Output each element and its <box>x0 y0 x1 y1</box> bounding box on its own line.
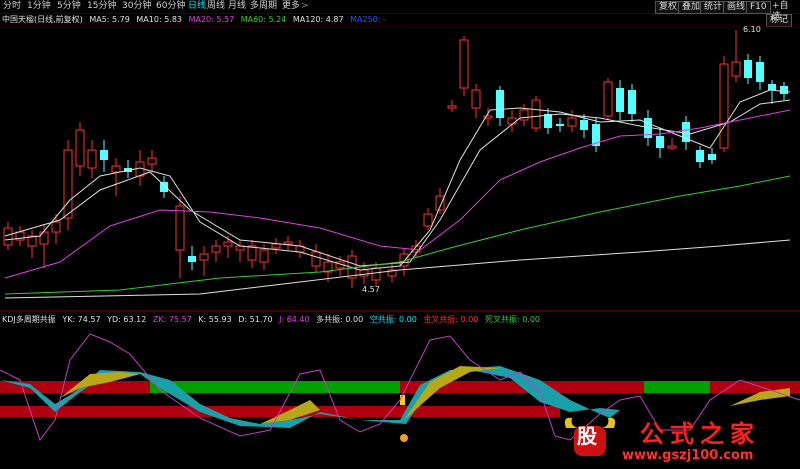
logo-char: 股 <box>577 424 597 448</box>
candle-body <box>696 150 704 162</box>
candle-body <box>160 182 168 192</box>
candle-body <box>371 267 381 281</box>
candle-body <box>175 205 185 251</box>
candle-body <box>616 88 624 112</box>
candle-body <box>780 86 788 94</box>
ma20-line <box>4 109 791 279</box>
moving-averages <box>4 89 791 299</box>
resonance-band <box>644 381 710 393</box>
ma10-line <box>4 99 791 267</box>
candle-body <box>87 149 97 169</box>
candle-body <box>471 89 481 109</box>
candle-body <box>259 249 269 263</box>
watermark-url: www.gszj100.com <box>622 448 754 463</box>
candle-body <box>768 84 776 90</box>
watermark-brand: 公式之家 <box>640 420 760 448</box>
candle-body <box>603 81 613 117</box>
ma60-line <box>4 175 791 295</box>
low-price-annotation: 4.57 <box>362 285 380 294</box>
candle-body <box>199 253 209 261</box>
candle-body <box>211 245 221 253</box>
candle-body <box>75 129 85 167</box>
candle-body <box>744 60 752 78</box>
candle-body <box>507 117 517 125</box>
candle-body <box>544 114 552 128</box>
signal-marker <box>400 395 405 405</box>
candle-body <box>656 136 664 148</box>
resonance-band <box>150 381 400 393</box>
candle-body <box>423 213 433 227</box>
candle-body <box>147 157 157 165</box>
candle-body <box>3 227 13 246</box>
candle-body <box>580 120 588 130</box>
ma5-line <box>4 89 791 271</box>
candle-body <box>247 245 257 261</box>
candle-body <box>496 90 504 118</box>
candle-body <box>756 62 764 82</box>
candle-body <box>519 109 529 121</box>
candle-body <box>719 63 729 149</box>
candle-body <box>667 145 677 149</box>
candle-body <box>223 241 233 247</box>
candle-body <box>531 99 541 129</box>
candle-body <box>271 243 281 249</box>
candle-body <box>311 251 321 267</box>
candle-body <box>111 165 121 173</box>
candle-body <box>63 149 73 219</box>
candle-body <box>188 256 196 262</box>
candle-body <box>100 150 108 160</box>
candle-body <box>567 117 577 127</box>
high-price-annotation: 6.10 <box>743 25 761 34</box>
candle-body <box>283 241 293 245</box>
candle-body <box>708 154 716 160</box>
candle-body <box>459 39 469 89</box>
candle-body <box>447 105 457 109</box>
signal-dot <box>400 434 408 442</box>
kline-chart[interactable]: 6.10 4.57 <box>0 0 800 469</box>
candle-body <box>51 221 61 233</box>
candle-body <box>556 124 564 126</box>
candle-body <box>731 61 741 77</box>
candle-body <box>628 90 636 114</box>
